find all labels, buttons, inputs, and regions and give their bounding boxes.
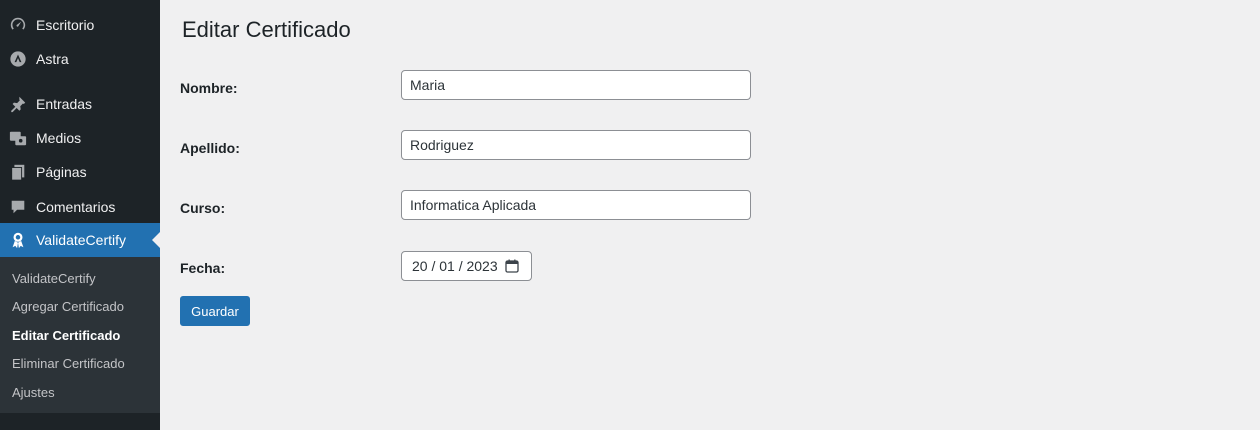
menu-item-medios[interactable]: Medios	[0, 121, 160, 155]
nombre-label: Nombre:	[180, 80, 238, 96]
curso-field[interactable]	[401, 190, 751, 220]
menu-item-entradas[interactable]: Entradas	[0, 87, 160, 121]
menu-item-label: Astra	[36, 51, 69, 67]
menu-item-label: Entradas	[36, 96, 93, 112]
calendar-icon[interactable]	[504, 259, 519, 273]
submenu-item-eliminar-certificado[interactable]: Eliminar Certificado	[0, 350, 160, 378]
main-content: Editar Certificado Nombre: Apellido: Cur…	[160, 0, 1260, 430]
fecha-label: Fecha:	[180, 260, 226, 276]
menu-item-label: Comentarios	[36, 199, 116, 215]
pages-icon	[8, 162, 28, 182]
menu-item-paginas[interactable]: Páginas	[0, 155, 160, 189]
page-title: Editar Certificado	[182, 17, 351, 42]
pushpin-icon	[8, 94, 28, 114]
menu-item-label: Medios	[36, 130, 82, 146]
menu-item-astra[interactable]: Astra	[0, 42, 160, 76]
menu-item-comentarios[interactable]: Comentarios	[0, 190, 160, 224]
validatecertify-submenu: ValidateCertify Agregar Certificado Edit…	[0, 257, 160, 413]
submenu-item-editar-certificado[interactable]: Editar Certificado	[0, 322, 160, 350]
fecha-date-field[interactable]: 20 / 01 / 2023	[401, 251, 532, 281]
menu-item-validatecertify[interactable]: ValidateCertify	[0, 223, 160, 257]
menu-item-label: ValidateCertify	[36, 232, 127, 248]
apellido-field[interactable]	[401, 130, 751, 160]
menu-item-escritorio[interactable]: Escritorio	[0, 8, 160, 42]
nombre-field[interactable]	[401, 70, 751, 100]
astra-logo-icon	[8, 49, 28, 69]
save-button[interactable]: Guardar	[180, 296, 250, 326]
admin-sidebar: Escritorio Astra Entradas Medios Páginas…	[0, 0, 160, 430]
dashboard-icon	[8, 15, 28, 35]
submenu-item-agregar-certificado[interactable]: Agregar Certificado	[0, 293, 160, 321]
submenu-item-ajustes[interactable]: Ajustes	[0, 379, 160, 407]
media-icon	[8, 128, 28, 148]
menu-item-label: Escritorio	[36, 17, 95, 33]
award-icon	[8, 230, 28, 250]
fecha-value: 20 / 01 / 2023	[412, 258, 498, 274]
menu-item-label: Páginas	[36, 164, 87, 180]
curso-label: Curso:	[180, 200, 226, 216]
apellido-label: Apellido:	[180, 140, 240, 156]
comment-icon	[8, 197, 28, 217]
submenu-item-validatecertify[interactable]: ValidateCertify	[0, 265, 160, 293]
